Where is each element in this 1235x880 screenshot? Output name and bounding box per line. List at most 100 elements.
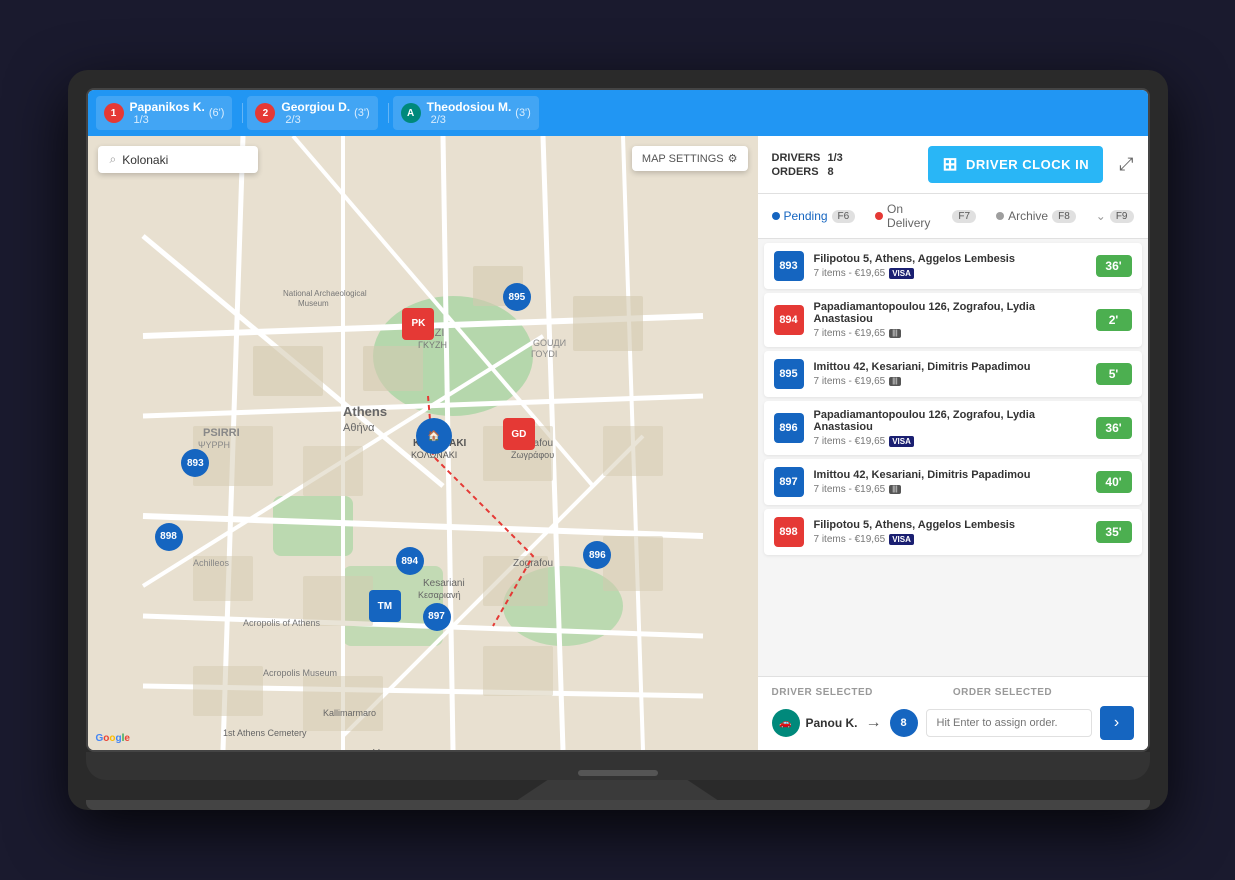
map-marker-driver-tm[interactable]: TM	[369, 590, 401, 622]
order-meta-894: 7 items - €19,65 |||	[814, 328, 1086, 339]
filter-more[interactable]: ⌄ F9	[1096, 209, 1134, 223]
svg-text:Acropolis Museum: Acropolis Museum	[263, 668, 337, 678]
laptop-base	[86, 800, 1150, 810]
svg-text:Zografou: Zografou	[513, 558, 553, 569]
order-items-898: 7 items - €19,65	[814, 534, 886, 545]
tab-divider-2	[388, 103, 389, 123]
right-panel-header: DRIVERS 1/3 ORDERS 8 ⊞ DRIVER CLOC	[758, 136, 1148, 194]
svg-text:Αθήνα: Αθήνα	[343, 422, 375, 434]
order-info-894: Papadiamantopoulou 126, Zografou, Lydia …	[814, 301, 1086, 339]
order-items-896: 7 items - €19,65	[814, 436, 886, 447]
stand-body	[518, 780, 718, 800]
map-marker-driver-pk[interactable]: PK	[402, 308, 434, 340]
assign-row: 🚗 Panou K. → 8 ›	[772, 706, 1134, 740]
map-settings-button[interactable]: MAP SETTINGS ⚙	[632, 146, 748, 171]
driver-tab-2[interactable]: 2 Georgiou D. 2/3 (3')	[247, 96, 377, 130]
order-item-894[interactable]: 894 Papadiamantopoulou 126, Zografou, Ly…	[764, 293, 1142, 347]
tab-divider-1	[242, 103, 243, 123]
order-meta-897: 7 items - €19,65 |||	[814, 484, 1086, 495]
driver-name-2: Georgiou D.	[281, 100, 350, 114]
on-delivery-dot	[875, 212, 883, 220]
svg-text:ΓΚΥΖΗ: ΓΚΥΖΗ	[418, 340, 447, 350]
arrow-right-icon: →	[866, 714, 882, 732]
order-item-895[interactable]: 895 Imittou 42, Kesariani, Dimitris Papa…	[764, 351, 1142, 397]
order-badge-897: 897	[774, 467, 804, 497]
drivers-row: DRIVERS 1/3	[772, 152, 843, 164]
order-time-896: 36'	[1096, 417, 1132, 439]
app-container: 1 Papanikos K. 1/3 (6') 2 Georgiou D. 2/…	[88, 90, 1148, 750]
order-item-896[interactable]: 896 Papadiamantopoulou 126, Zografou, Ly…	[764, 401, 1142, 455]
order-meta-895: 7 items - €19,65 |||	[814, 376, 1086, 387]
order-item-898[interactable]: 898 Filipotou 5, Athens, Aggelos Lembesi…	[764, 509, 1142, 555]
orders-label: ORDERS	[772, 166, 822, 178]
laptop-bottom	[86, 752, 1150, 780]
archive-badge: F8	[1052, 210, 1076, 223]
order-time-895: 5'	[1096, 363, 1132, 385]
map-marker-894[interactable]: 894	[396, 547, 424, 575]
order-items-897: 7 items - €19,65	[814, 484, 886, 495]
arrow-submit-icon: ›	[1114, 714, 1119, 732]
archive-label: Archive	[1008, 209, 1048, 223]
order-selected-label: ORDER SELECTED	[953, 687, 1052, 698]
assign-order-input[interactable]	[926, 709, 1092, 737]
order-badge-894: 894	[774, 305, 804, 335]
driver-name-assign: Panou K.	[806, 716, 858, 730]
visa-icon-893: VISA	[889, 268, 914, 279]
driver-avatar: 🚗	[772, 709, 800, 737]
svg-text:Acropolis of Athens: Acropolis of Athens	[243, 618, 321, 628]
order-meta-898: 7 items - €19,65 VISA	[814, 534, 1086, 545]
order-info-898: Filipotou 5, Athens, Aggelos Lembesis 7 …	[814, 519, 1086, 545]
clock-in-label: DRIVER CLOCK IN	[966, 157, 1089, 172]
expand-button[interactable]: ⤢	[1119, 154, 1133, 175]
map-area: PSIRRI ΨΥΡΡΗ Athens Αθήνα GIZI ΓΚΥΖΗ GOU…	[88, 136, 758, 750]
pending-label: Pending	[784, 209, 828, 223]
chevron-down-icon: ⌄	[1096, 209, 1106, 223]
order-item-897[interactable]: 897 Imittou 42, Kesariani, Dimitris Papa…	[764, 459, 1142, 505]
clock-in-button[interactable]: ⊞ DRIVER CLOCK IN	[928, 146, 1103, 183]
driver-selected: 🚗 Panou K.	[772, 709, 858, 737]
order-time-897: 40'	[1096, 471, 1132, 493]
order-info-893: Filipotou 5, Athens, Aggelos Lembesis 7 …	[814, 253, 1086, 279]
filter-tab-pending[interactable]: Pending F6	[772, 209, 856, 223]
order-meta-893: 7 items - €19,65 VISA	[814, 268, 1086, 279]
driver-tab-1[interactable]: 1 Papanikos K. 1/3 (6')	[96, 96, 233, 130]
filter-tab-archive[interactable]: Archive F8	[996, 209, 1076, 223]
svg-text:Vyronas: Vyronas	[373, 748, 409, 750]
driver-orders-3: 2/3	[431, 114, 512, 126]
map-marker-898[interactable]: 898	[155, 523, 183, 551]
map-marker-driver-gd[interactable]: GD	[503, 418, 535, 450]
cash-icon-894: |||	[889, 329, 900, 338]
order-info-897: Imittou 42, Kesariani, Dimitris Papadimo…	[814, 469, 1086, 495]
order-badge-895: 895	[774, 359, 804, 389]
map-placeholder: PSIRRI ΨΥΡΡΗ Athens Αθήνα GIZI ΓΚΥΖΗ GOU…	[88, 136, 758, 750]
order-address-894: Papadiamantopoulou 126, Zografou, Lydia …	[814, 301, 1086, 325]
driver-extra-3: (3')	[515, 107, 531, 119]
order-items-894: 7 items - €19,65	[814, 328, 886, 339]
laptop-notch	[578, 770, 658, 776]
order-info-895: Imittou 42, Kesariani, Dimitris Papadimo…	[814, 361, 1086, 387]
order-item-893[interactable]: 893 Filipotou 5, Athens, Aggelos Lembesi…	[764, 243, 1142, 289]
order-selected-badge: 8	[890, 709, 918, 737]
map-marker-897[interactable]: 897	[423, 603, 451, 631]
search-icon: ⌕	[110, 152, 117, 167]
svg-text:Kesariani: Kesariani	[423, 578, 465, 589]
map-search-bar[interactable]: ⌕ Kolonaki	[98, 146, 258, 173]
google-logo: Google	[96, 733, 130, 744]
drivers-orders-info: DRIVERS 1/3 ORDERS 8	[772, 152, 843, 178]
on-delivery-label: On Delivery	[887, 202, 948, 230]
map-marker-home[interactable]: 🏠	[416, 418, 452, 454]
order-address-898: Filipotou 5, Athens, Aggelos Lembesis	[814, 519, 1086, 531]
assign-submit-button[interactable]: ›	[1100, 706, 1134, 740]
drivers-value: 1/3	[828, 152, 843, 164]
order-meta-896: 7 items - €19,65 VISA	[814, 436, 1086, 447]
settings-label: MAP SETTINGS	[642, 153, 724, 165]
driver-badge-3: A	[401, 103, 421, 123]
order-badge-898: 898	[774, 517, 804, 547]
assign-labels: DRIVER SELECTED ORDER SELECTED	[772, 687, 1134, 698]
orders-row: ORDERS 8	[772, 166, 843, 178]
driver-tab-3[interactable]: A Theodosiou M. 2/3 (3')	[393, 96, 539, 130]
order-time-898: 35'	[1096, 521, 1132, 543]
filter-tab-on-delivery[interactable]: On Delivery F7	[875, 202, 976, 230]
order-badge-896: 896	[774, 413, 804, 443]
visa-icon-898: VISA	[889, 534, 914, 545]
